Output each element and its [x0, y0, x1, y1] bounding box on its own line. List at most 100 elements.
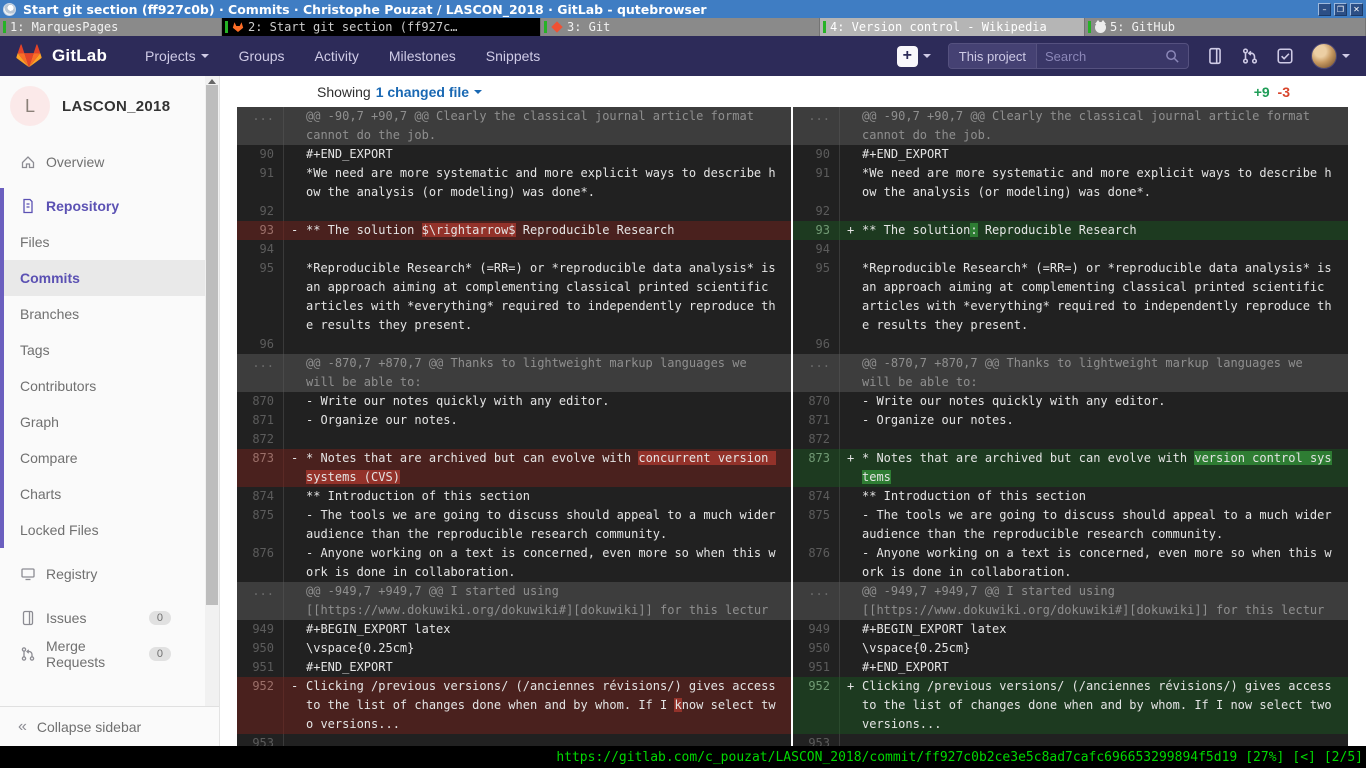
sidebar-item-contributors[interactable]: Contributors	[4, 368, 209, 404]
search-input[interactable]	[1037, 49, 1165, 64]
search-icon[interactable]	[1165, 49, 1180, 64]
statusbar-history-indicator: [<]	[1292, 750, 1315, 765]
diff-row: 951#+END_EXPORT	[793, 658, 1348, 677]
line-number[interactable]: 953	[237, 734, 283, 746]
sidebar-item-merge-requests[interactable]: Merge Requests0	[0, 636, 205, 672]
maximize-button[interactable]: ❐	[1334, 3, 1347, 16]
line-number[interactable]: 871	[793, 411, 839, 430]
line-number[interactable]: 872	[793, 430, 839, 449]
project-header[interactable]: L LASCON_2018	[0, 76, 219, 136]
line-number[interactable]: 96	[793, 335, 839, 354]
changed-files-dropdown[interactable]: 1 changed file	[376, 84, 482, 100]
line-number[interactable]: 875	[793, 506, 839, 544]
line-number[interactable]: 951	[793, 658, 839, 677]
diff-row: 875- The tools we are going to discuss s…	[793, 506, 1348, 544]
line-number[interactable]: 870	[237, 392, 283, 411]
sidebar-item-registry[interactable]: Registry	[0, 556, 205, 592]
collapse-sidebar-button[interactable]: « Collapse sidebar	[0, 706, 219, 746]
line-number[interactable]: 91	[237, 164, 283, 202]
line-number[interactable]: 91	[793, 164, 839, 202]
line-number[interactable]: 95	[793, 259, 839, 335]
line-number[interactable]: 870	[793, 392, 839, 411]
minimize-button[interactable]: –	[1318, 3, 1331, 16]
navbar-item-projects[interactable]: Projects	[145, 48, 209, 64]
line-number[interactable]: 94	[237, 240, 283, 259]
line-number[interactable]: 90	[237, 145, 283, 164]
line-number[interactable]: 873	[793, 449, 839, 487]
line-number[interactable]: 93	[237, 221, 283, 240]
sidebar-item-repository[interactable]: Repository	[4, 188, 209, 224]
line-number[interactable]: 95	[237, 259, 283, 335]
diff-code-line: -* Notes that are archived but can evolv…	[283, 449, 791, 487]
sidebar-item-label: Tags	[20, 342, 50, 358]
sidebar-item-tags[interactable]: Tags	[4, 332, 209, 368]
line-number[interactable]: 90	[793, 145, 839, 164]
sidebar-scrollbar[interactable]	[205, 76, 219, 706]
sidebar-item-commits[interactable]: Commits	[4, 260, 209, 296]
sidebar-item-files[interactable]: Files	[4, 224, 209, 260]
line-number[interactable]: 874	[237, 487, 283, 506]
navbar-item-groups[interactable]: Groups	[239, 48, 285, 64]
line-number[interactable]: 96	[237, 335, 283, 354]
chevron-down-icon	[474, 90, 482, 94]
diff-row: 91*We need are more systematic and more …	[237, 164, 791, 202]
diff-marker: +	[847, 677, 854, 696]
navbar-item-snippets[interactable]: Snippets	[486, 48, 540, 64]
diff-row: 95*Reproducible Research* (=RR=) or *rep…	[237, 259, 791, 335]
line-number[interactable]: 875	[237, 506, 283, 544]
sidebar-item-overview[interactable]: Overview	[0, 144, 205, 180]
diff-marker: +	[847, 221, 854, 240]
line-number[interactable]: 951	[237, 658, 283, 677]
line-number[interactable]: 876	[237, 544, 283, 582]
navbar-item-activity[interactable]: Activity	[315, 48, 359, 64]
line-number[interactable]: 873	[237, 449, 283, 487]
doc-icon	[20, 198, 36, 214]
line-number[interactable]: 952	[237, 677, 283, 734]
scrollbar-up-arrow-icon[interactable]	[208, 79, 216, 84]
tab[interactable]: 5: GitHub	[1085, 18, 1366, 36]
todos-icon[interactable]	[1276, 47, 1294, 65]
line-number[interactable]: 874	[793, 487, 839, 506]
sidebar-item-compare[interactable]: Compare	[4, 440, 209, 476]
count-badge: 0	[149, 647, 171, 661]
line-number[interactable]: 953	[793, 734, 839, 746]
sidebar-item-locked-files[interactable]: Locked Files	[4, 512, 209, 548]
line-number[interactable]: 871	[237, 411, 283, 430]
line-number[interactable]: 949	[237, 620, 283, 639]
tab[interactable]: 3: Git	[541, 18, 820, 36]
close-button[interactable]: ✕	[1350, 3, 1363, 16]
plus-icon[interactable]: +	[897, 46, 918, 67]
line-number[interactable]: 952	[793, 677, 839, 734]
line-number[interactable]: 93	[793, 221, 839, 240]
new-dropdown[interactable]: +	[897, 46, 931, 67]
merge-requests-icon[interactable]	[1241, 47, 1259, 65]
sidebar-item-charts[interactable]: Charts	[4, 476, 209, 512]
tab-bar: 1: MarquesPages2: Start git section (ff9…	[0, 18, 1366, 36]
line-number[interactable]: 92	[237, 202, 283, 221]
line-number[interactable]: 92	[793, 202, 839, 221]
line-number[interactable]: 872	[237, 430, 283, 449]
sidebar-item-issues[interactable]: Issues0	[0, 600, 205, 636]
sidebar-item-branches[interactable]: Branches	[4, 296, 209, 332]
tab[interactable]: 4: Version control - Wikipedia	[820, 18, 1085, 36]
issues-icon[interactable]	[1206, 47, 1224, 65]
sidebar-item-graph[interactable]: Graph	[4, 404, 209, 440]
gitlab-logo[interactable]: GitLab	[16, 44, 107, 68]
line-number[interactable]: 876	[793, 544, 839, 582]
line-number[interactable]: 950	[237, 639, 283, 658]
search-scope-badge[interactable]: This project	[949, 44, 1037, 68]
line-number[interactable]: 949	[793, 620, 839, 639]
line-number[interactable]: 94	[793, 240, 839, 259]
git-favicon-icon	[551, 21, 562, 32]
diff-row: 95*Reproducible Research* (=RR=) or *rep…	[793, 259, 1348, 335]
tab[interactable]: 2: Start git section (ff927c…	[222, 18, 541, 36]
user-menu[interactable]	[1311, 43, 1350, 69]
navbar-item-milestones[interactable]: Milestones	[389, 48, 456, 64]
diff-row: 94	[237, 240, 791, 259]
tab[interactable]: 1: MarquesPages	[0, 18, 222, 36]
diff-row: ...@@ -90,7 +90,7 @@ Clearly the classic…	[793, 107, 1348, 145]
diff-code-line: -Clicking /previous versions/ (/ancienne…	[283, 677, 791, 734]
scrollbar-thumb[interactable]	[206, 85, 218, 605]
user-avatar[interactable]	[1311, 43, 1337, 69]
line-number[interactable]: 950	[793, 639, 839, 658]
